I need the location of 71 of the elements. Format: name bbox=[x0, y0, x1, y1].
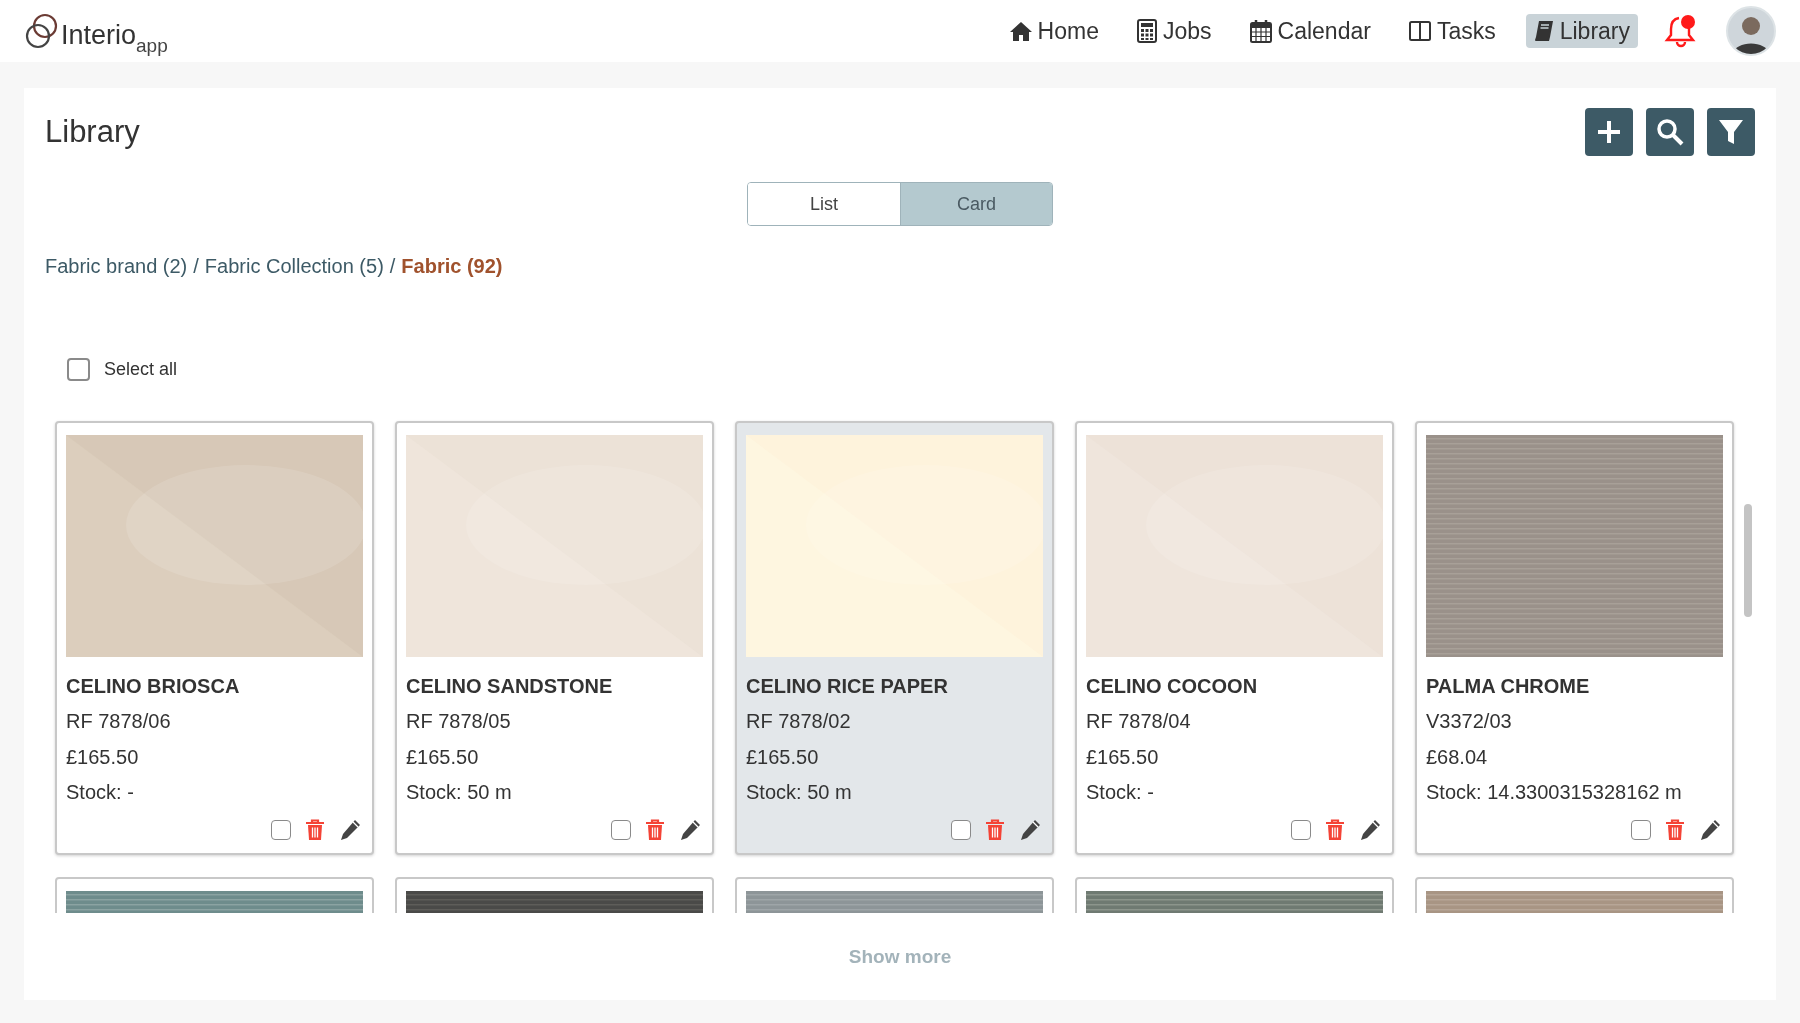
nav-link[interactable]: Jobs bbox=[1128, 14, 1220, 48]
card-stock: Stock: 50 m bbox=[406, 780, 513, 805]
nav-link[interactable]: Calendar bbox=[1241, 14, 1379, 48]
logo-suffix: app bbox=[136, 36, 168, 56]
select-all-label: Select all bbox=[104, 358, 178, 381]
card-price: £68.04 bbox=[1426, 744, 1489, 770]
checkbox[interactable] bbox=[1291, 820, 1311, 840]
pencil-icon[interactable] bbox=[1699, 819, 1721, 841]
plus-icon bbox=[1596, 119, 1622, 145]
delete-icon[interactable] bbox=[985, 819, 1005, 841]
delete-icon[interactable] bbox=[645, 819, 665, 841]
pencil-icon[interactable] bbox=[1359, 819, 1381, 841]
card-code: RF 7878/02 bbox=[746, 709, 852, 734]
pencil-icon[interactable] bbox=[339, 819, 361, 841]
card-title: CELINO RICE PAPER bbox=[746, 674, 949, 698]
card-price: £165.50 bbox=[746, 744, 820, 770]
calendar-icon bbox=[1249, 19, 1272, 43]
nav-link[interactable]: Tasks bbox=[1400, 14, 1504, 48]
checkbox[interactable] bbox=[271, 820, 291, 840]
search-button[interactable] bbox=[1646, 108, 1694, 156]
card-stock: Stock: 14.3300315328162 m bbox=[1426, 780, 1683, 805]
columns-icon bbox=[1408, 21, 1431, 41]
card-title: CELINO COCOON bbox=[1086, 674, 1259, 698]
delete-icon[interactable] bbox=[305, 819, 325, 841]
card-code: RF 7878/04 bbox=[1086, 709, 1192, 734]
scrollbar[interactable] bbox=[1744, 504, 1752, 617]
card-code: V3372/03 bbox=[1426, 709, 1513, 734]
breadcrumb-separator: / bbox=[389, 254, 396, 279]
breadcrumb-link[interactable]: Fabric brand (2) bbox=[45, 248, 188, 284]
fabric-card[interactable]: CELINO COCOON RF 7878/04 £165.50 Stock: - bbox=[1075, 421, 1394, 855]
breadcrumb-link[interactable]: Fabric Collection (5) bbox=[204, 248, 384, 284]
filter-icon bbox=[1718, 118, 1744, 146]
fabric-card[interactable]: CELINO SANDSTONE RF 7878/05 £165.50 Stock: 50 m bbox=[395, 421, 714, 855]
card-stock: Stock: - bbox=[66, 780, 135, 805]
checkbox[interactable] bbox=[67, 358, 90, 381]
card-code: RF 7878/06 bbox=[66, 709, 172, 734]
card-price: £165.50 bbox=[66, 744, 140, 770]
home-icon bbox=[1009, 21, 1032, 41]
card-price: £165.50 bbox=[406, 744, 480, 770]
delete-icon[interactable] bbox=[1665, 819, 1685, 841]
card-title: CELINO SANDSTONE bbox=[406, 674, 614, 698]
nav-link[interactable]: Home bbox=[1001, 14, 1107, 48]
delete-icon[interactable] bbox=[1325, 819, 1345, 841]
calculator-icon bbox=[1136, 19, 1157, 43]
bell-icon[interactable] bbox=[1664, 14, 1698, 48]
card-code: RF 7878/05 bbox=[406, 709, 512, 734]
checkbox[interactable] bbox=[611, 820, 631, 840]
card-title: CELINO BRIOSCA bbox=[66, 674, 241, 698]
book-icon bbox=[1533, 20, 1554, 42]
view-tab[interactable]: Card bbox=[900, 183, 1052, 225]
checkbox[interactable] bbox=[1631, 820, 1651, 840]
fabric-card[interactable]: CELINO RICE PAPER RF 7878/02 £165.50 Stock: 50 m bbox=[735, 421, 1054, 855]
add-button[interactable] bbox=[1585, 108, 1633, 156]
nav-link[interactable]: Library bbox=[1525, 14, 1638, 48]
breadcrumb-separator: / bbox=[193, 254, 199, 279]
logo-icon bbox=[24, 12, 60, 50]
fabric-card[interactable]: PALMA CHROME V3372/03 £68.04 Stock: 14.3300315328162 m bbox=[1415, 421, 1734, 855]
card-stock: Stock: - bbox=[1086, 780, 1155, 805]
pencil-icon[interactable] bbox=[1019, 819, 1041, 841]
pencil-icon[interactable] bbox=[679, 819, 701, 841]
card-title: PALMA CHROME bbox=[1426, 674, 1591, 698]
card-stock: Stock: 50 m bbox=[746, 780, 853, 805]
logo-text: Interio bbox=[61, 20, 137, 50]
card-price: £165.50 bbox=[1086, 744, 1160, 770]
filter-button[interactable] bbox=[1707, 108, 1755, 156]
breadcrumb-link[interactable]: Fabric (92) bbox=[401, 248, 503, 284]
search-icon bbox=[1656, 118, 1684, 146]
page-title: Library bbox=[45, 113, 140, 151]
checkbox[interactable] bbox=[951, 820, 971, 840]
fabric-card[interactable]: CELINO BRIOSCA RF 7878/06 £165.50 Stock: - bbox=[55, 421, 374, 855]
avatar[interactable] bbox=[1726, 6, 1776, 56]
